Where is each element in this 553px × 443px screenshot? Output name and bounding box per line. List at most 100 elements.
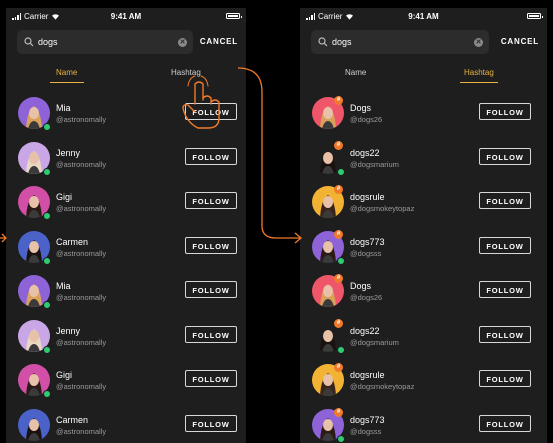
online-status-icon [43,212,51,220]
search-box[interactable]: dogs ✕ [17,30,193,54]
user-name: dogs22 [350,325,380,336]
battery-icon [226,13,242,19]
online-status-icon [337,256,345,265]
list-item[interactable]: # Dogs @dogs26 FOLLOW [300,93,547,137]
cancel-button[interactable]: CANCEL [501,37,539,46]
follow-button[interactable]: FOLLOW [479,325,531,343]
list-item[interactable]: # dogsrule @dogsmokeytopaz FOLLOW [300,182,547,226]
follow-button[interactable]: FOLLOW [185,281,237,298]
user-handle: @dogsmarium [350,159,399,169]
follow-button[interactable]: FOLLOW [479,236,531,254]
status-time: 9:41 AM [110,12,142,21]
follow-button[interactable]: FOLLOW [185,370,237,387]
list-item[interactable]: # dogs22 @dogsmarium FOLLOW [300,316,547,360]
online-status-icon [337,434,345,443]
user-handle: @dogsmokeytopaz [350,382,415,391]
hashtag-badge-icon: # [334,363,343,372]
tab-bar: Name Hashtag [6,62,246,90]
follow-button[interactable]: FOLLOW [185,236,237,254]
status-bar: Carrier 9:41 AM [300,8,547,26]
search-row: dogs ✕ CANCEL [300,28,547,58]
user-name: dogsrule [350,370,385,380]
hashtag-badge-icon: # [334,185,343,194]
tab-hashtag[interactable]: Hashtag [171,68,201,77]
hashtag-badge-icon: # [334,407,343,417]
search-input[interactable]: dogs [332,37,474,47]
user-name: Dogs [350,103,372,113]
search-icon [318,37,328,47]
battery-icon [527,13,543,19]
follow-button[interactable]: FOLLOW [185,147,237,165]
clear-icon[interactable]: ✕ [178,37,187,47]
follow-button[interactable]: FOLLOW [185,192,237,209]
user-name: dogs22 [350,147,380,158]
online-status-icon [337,345,345,354]
user-handle: @astronomally [56,204,107,213]
search-box[interactable]: dogs ✕ [311,30,489,54]
phone-screen-hashtag-tab: Carrier 9:41 AM dogs ✕ CANCEL Name Hasht… [300,8,547,443]
follow-button[interactable]: FOLLOW [185,414,237,432]
hashtag-badge-icon: # [334,140,343,150]
list-item[interactable]: Gigi @astronomally FOLLOW [6,182,246,226]
avatar[interactable] [18,408,50,441]
status-bar: Carrier 9:41 AM [6,8,246,26]
follow-button[interactable]: FOLLOW [479,414,531,432]
online-status-icon [43,256,51,265]
user-handle: @astronomally [56,159,107,169]
follow-button[interactable]: FOLLOW [479,370,531,387]
list-item[interactable]: Gigi @astronomally FOLLOW [6,360,246,404]
user-name: Jenny [56,147,81,158]
user-handle: @astronomally [56,382,107,391]
user-handle: @astronomally [56,426,107,436]
phone-screen-name-tab: Carrier 9:41 AM dogs ✕ CANCEL Name Hasht… [6,8,246,443]
list-item[interactable]: Mia @astronomally FOLLOW [6,271,246,315]
user-name: Gigi [56,370,73,380]
user-handle: @astronomally [56,337,107,347]
user-handle: @astronomally [56,248,107,258]
list-item[interactable]: # Dogs @dogs26 FOLLOW [300,271,547,315]
user-handle: @dogsss [350,426,382,436]
user-name: dogs773 [350,414,385,425]
tab-hashtag[interactable]: Hashtag [464,68,494,77]
user-handle: @dogsmokeytopaz [350,204,415,213]
list-item[interactable]: Carmen @astronomally FOLLOW [6,227,246,271]
list-item[interactable]: Jenny @astronomally FOLLOW [6,138,246,182]
tab-bar: Name Hashtag [300,62,547,90]
list-item[interactable]: # dogsrule @dogsmokeytopaz FOLLOW [300,360,547,404]
follow-button[interactable]: FOLLOW [185,325,237,343]
user-name: Carmen [56,236,89,247]
user-name: dogsrule [350,192,385,202]
list-item[interactable]: # dogs773 @dogsss FOLLOW [300,405,547,443]
follow-button[interactable]: FOLLOW [479,147,531,165]
user-name: dogs773 [350,236,385,247]
hashtag-badge-icon: # [334,96,343,105]
follow-button[interactable]: FOLLOW [479,103,531,120]
follow-button[interactable]: FOLLOW [479,281,531,298]
online-status-icon [43,301,51,309]
cancel-button[interactable]: CANCEL [200,37,238,46]
search-row: dogs ✕ CANCEL [6,28,246,58]
user-name: Gigi [56,192,73,202]
hashtag-badge-icon: # [334,274,343,283]
tab-name[interactable]: Name [345,68,366,77]
tab-name[interactable]: Name [56,68,77,77]
list-item[interactable]: # dogs773 @dogsss FOLLOW [300,227,547,271]
clear-icon[interactable]: ✕ [474,37,483,47]
online-status-icon [43,390,51,398]
user-handle: @astronomally [56,293,107,302]
status-time: 9:41 AM [408,12,439,21]
user-handle: @dogs26 [350,115,383,124]
list-item[interactable]: Carmen @astronomally FOLLOW [6,405,246,443]
list-item[interactable]: # dogs22 @dogsmarium FOLLOW [300,138,547,182]
follow-button[interactable]: FOLLOW [479,192,531,209]
online-status-icon [337,167,345,176]
list-item[interactable]: Mia @astronomally FOLLOW [6,93,246,137]
follow-button[interactable]: FOLLOW [185,103,237,120]
hashtag-badge-icon: # [334,229,343,239]
tab-active-indicator [460,82,498,83]
list-item[interactable]: Jenny @astronomally FOLLOW [6,316,246,360]
user-name: Mia [56,281,71,291]
user-handle: @astronomally [56,115,107,124]
search-input[interactable]: dogs [38,37,178,47]
flow-arrow-icon [237,67,300,239]
